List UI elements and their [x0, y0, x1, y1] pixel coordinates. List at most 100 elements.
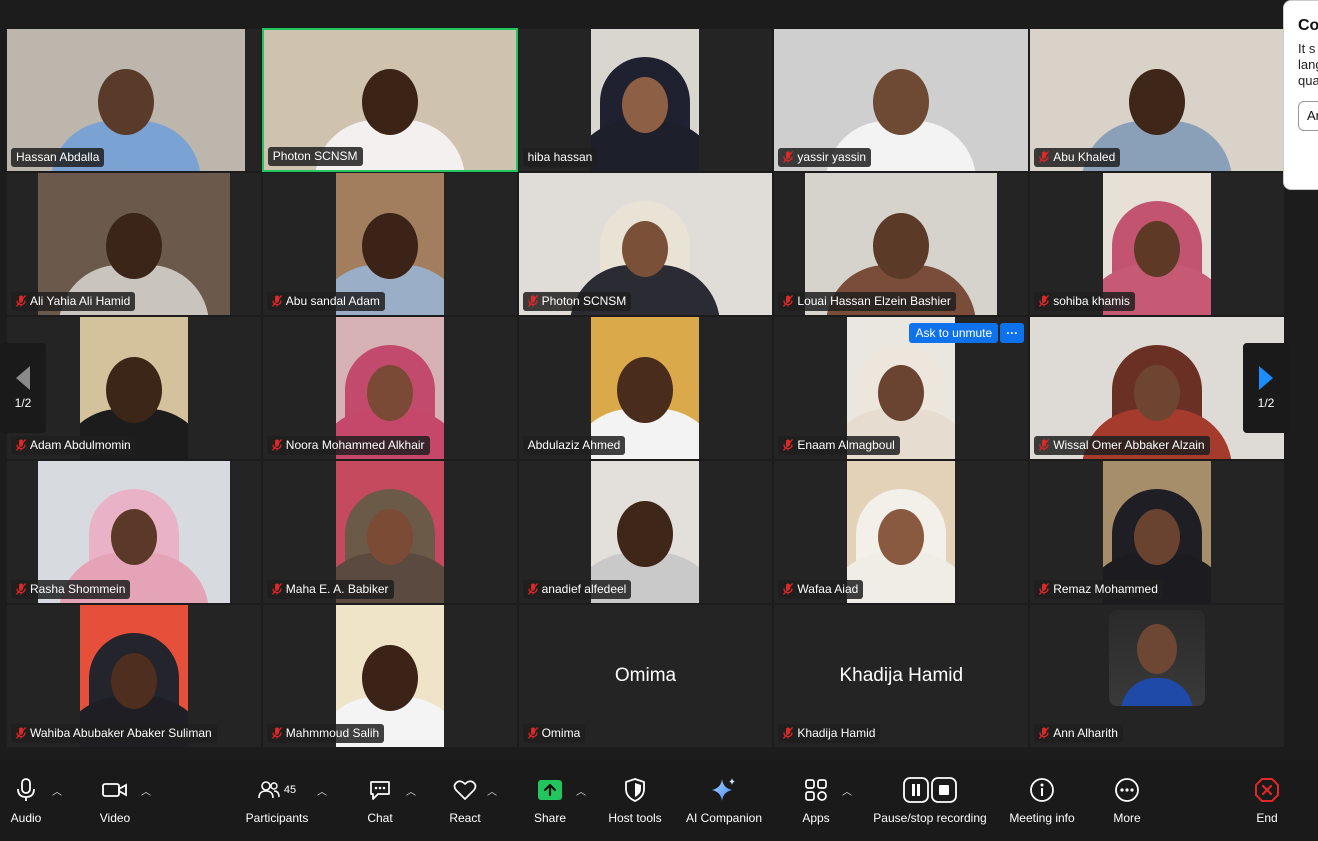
video-label: Video	[99, 811, 131, 825]
participant-tile[interactable]: Wafaa Aiad	[773, 460, 1030, 604]
participants-options-caret[interactable]: ︿	[317, 783, 327, 798]
ai-companion-label: AI Companion	[685, 811, 763, 825]
ask-to-unmute-button[interactable]: Ask to unmute	[909, 323, 999, 343]
audio-options-caret[interactable]: ︿	[52, 783, 62, 798]
more-icon	[1114, 770, 1140, 810]
host-tools-button[interactable]: Host tools	[603, 760, 667, 841]
react-options-caret[interactable]: ︿	[487, 783, 497, 798]
participant-tile[interactable]: Abu Khaled	[1029, 28, 1285, 172]
participant-figure	[1134, 509, 1181, 566]
participant-name-tag: Hassan Abdalla	[11, 148, 105, 167]
participant-tile[interactable]: Maha E. A. Babiker	[261, 460, 518, 604]
tile-more-options-button[interactable]: ···	[1000, 323, 1025, 343]
participant-tile[interactable]: Noora Mohammed Alkhair	[261, 316, 518, 460]
participant-tile[interactable]: Abu sandal Adam	[261, 172, 518, 316]
react-button[interactable]: React	[444, 760, 486, 841]
audio-button[interactable]: Audio	[4, 760, 48, 841]
participant-name: Maha E. A. Babiker	[285, 582, 389, 596]
participants-count: 45	[283, 784, 297, 796]
muted-microphone-icon	[783, 439, 794, 451]
participant-tile[interactable]: Ann Alharith	[1029, 604, 1285, 748]
participant-figure	[361, 212, 418, 279]
participant-tile[interactable]: yassir yassin	[773, 28, 1030, 172]
participant-video	[847, 461, 956, 603]
share-options-caret[interactable]: ︿	[576, 783, 586, 798]
meeting-info-button[interactable]: Meeting info	[1004, 760, 1080, 841]
apps-icon	[804, 770, 828, 810]
participant-name-tag: Abu Khaled	[1034, 148, 1121, 167]
next-page-button[interactable]: 1/2	[1243, 343, 1289, 433]
muted-microphone-icon	[783, 151, 794, 163]
profile-photo	[1109, 610, 1206, 706]
participants-icon: 45	[258, 770, 296, 810]
pause-stop-recording-label: Pause/stop recording	[873, 811, 987, 825]
participant-name: Photon SCNSM	[541, 294, 627, 308]
participant-name-tag: Mahmmoud Salih	[266, 724, 385, 743]
muted-microphone-icon	[271, 439, 282, 451]
participant-name-tag: Wissal Omer Abbaker Alzain	[1034, 436, 1210, 455]
apps-label: Apps	[802, 811, 830, 825]
muted-microphone-icon	[527, 295, 538, 307]
ai-companion-button[interactable]: AI Companion	[682, 760, 766, 841]
end-meeting-button[interactable]: End	[1250, 760, 1284, 841]
participant-tile[interactable]: Remaz Mohammed	[1029, 460, 1285, 604]
participant-tile[interactable]: Mahmmoud Salih	[261, 604, 518, 748]
audio-label: Audio	[10, 811, 42, 825]
participant-name-tag: Omima	[522, 724, 586, 743]
participant-tile[interactable]: Khadija Hamid Khadija Hamid	[773, 604, 1030, 748]
participant-tile[interactable]: Abdulaziz Ahmed	[517, 316, 774, 460]
participant-tile[interactable]: Hassan Abdalla	[6, 28, 262, 172]
popup-text-line: qua	[1298, 73, 1318, 88]
participant-name: Rasha Shommein	[30, 582, 126, 596]
participant-tile[interactable]: Louai Hassan Elzein Bashier	[773, 172, 1030, 316]
participant-tile[interactable]: Photon SCNSM	[517, 172, 774, 316]
participant-tile[interactable]: Photon SCNSM	[261, 28, 518, 172]
more-button[interactable]: More	[1108, 760, 1146, 841]
popup-action-button[interactable]: Ar	[1298, 101, 1318, 131]
pause-stop-recording-button[interactable]: Pause/stop recording	[868, 760, 992, 841]
video-button[interactable]: Video	[92, 760, 138, 841]
chat-label: Chat	[367, 811, 393, 825]
participant-name: Omima	[541, 726, 581, 740]
participant-name: Noora Mohammed Alkhair	[285, 438, 425, 452]
participant-name-tag: Abdulaziz Ahmed	[522, 436, 626, 455]
participant-name-tag: Noora Mohammed Alkhair	[266, 436, 430, 455]
apps-options-caret[interactable]: ︿	[842, 783, 852, 798]
participant-tile[interactable]: Ask to unmute ··· Enaam Almagboul	[773, 316, 1030, 460]
participant-tile[interactable]: Wahiba Abubaker Abaker Suliman	[6, 604, 262, 748]
participant-tile[interactable]: anadief alfedeel	[517, 460, 774, 604]
participant-name-tag: Enaam Almagboul	[778, 436, 900, 455]
apps-button[interactable]: Apps	[797, 760, 835, 841]
chat-options-caret[interactable]: ︿	[406, 783, 416, 798]
end-label: End	[1256, 811, 1278, 825]
participant-name-tag: hiba hassan	[522, 148, 598, 167]
participant-name-tag: Wahiba Abubaker Abaker Suliman	[11, 724, 217, 743]
muted-microphone-icon	[1039, 151, 1050, 163]
participant-video	[591, 29, 700, 171]
react-label: React	[449, 811, 481, 825]
participant-figure	[1121, 678, 1194, 706]
participant-tile[interactable]: hiba hassan	[517, 28, 774, 172]
participant-tile[interactable]: Rasha Shommein	[6, 460, 262, 604]
share-button[interactable]: Share	[530, 760, 570, 841]
participant-name: hiba hassan	[527, 150, 593, 164]
popup-text-line: lang	[1298, 57, 1318, 72]
participant-name: sohiba khamis	[1053, 294, 1130, 308]
participant-name-tag: Louai Hassan Elzein Bashier	[778, 292, 956, 311]
participant-tile[interactable]: Omima Omima	[517, 604, 774, 748]
host-tools-label: Host tools	[608, 811, 662, 825]
previous-page-button[interactable]: 1/2	[0, 343, 46, 433]
chat-button[interactable]: Chat	[360, 760, 400, 841]
info-icon	[1029, 770, 1055, 810]
participant-tile[interactable]: Ali Yahia Ali Hamid	[6, 172, 262, 316]
participant-name: Ali Yahia Ali Hamid	[30, 294, 131, 308]
participant-name-tag: Wafaa Aiad	[778, 580, 864, 599]
zoom-meeting-window: Hassan Abdalla Photon SCNSM hiba hassan yas…	[0, 0, 1318, 841]
shield-icon	[624, 770, 646, 810]
video-options-caret[interactable]: ︿	[141, 783, 151, 798]
muted-microphone-icon	[1039, 439, 1050, 451]
participants-button[interactable]: 45 Participants	[240, 760, 314, 841]
unmute-actions: Ask to unmute ···	[909, 323, 1025, 343]
participant-tile[interactable]: sohiba khamis	[1029, 172, 1285, 316]
participant-figure	[366, 509, 413, 566]
